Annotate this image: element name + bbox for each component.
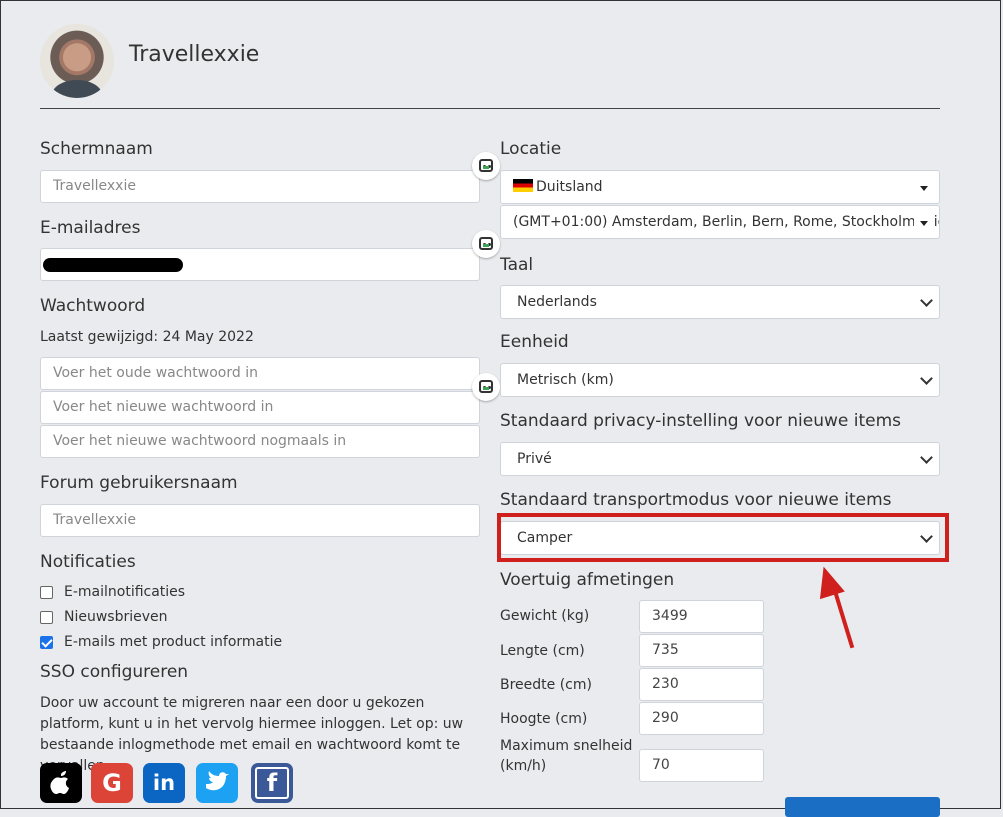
save-button[interactable]	[785, 797, 940, 817]
height-label: Hoogte (cm)	[500, 711, 588, 727]
height-input[interactable]: 290	[639, 702, 764, 735]
linkedin-icon[interactable]: in	[143, 763, 185, 803]
weight-input[interactable]: 3499	[639, 600, 764, 633]
product-info-label: E-mails met product informatie	[64, 634, 283, 650]
new-password-input[interactable]: Voer het nieuwe wachtwoord in	[40, 391, 480, 424]
email-label: E-mailadres	[40, 218, 141, 238]
maxspeed-label-line1: Maximum snelheid	[500, 738, 633, 754]
redaction-mark	[43, 258, 183, 272]
maxspeed-input[interactable]: 70	[639, 749, 764, 782]
transport-label: Standaard transportmodus voor nieuwe ite…	[500, 490, 892, 510]
privacy-value: Privé	[517, 451, 552, 467]
location-label: Locatie	[500, 139, 562, 159]
country-value: Duitsland	[536, 179, 603, 195]
caret-down-icon	[920, 221, 928, 226]
width-label: Breedte (cm)	[500, 677, 592, 693]
avatar	[40, 24, 114, 98]
facebook-icon[interactable]: f	[251, 763, 293, 803]
vehicle-label: Voertuig afmetingen	[500, 570, 675, 590]
germany-flag-icon	[513, 179, 533, 192]
caret-down-icon	[920, 186, 928, 191]
width-input[interactable]: 230	[639, 668, 764, 701]
unit-select[interactable]: Metrisch (km)	[500, 363, 940, 397]
chevron-down-icon	[920, 451, 933, 464]
divider	[40, 108, 940, 109]
password-last-changed: Laatst gewijzigd: 24 May 2022	[40, 329, 254, 345]
notifications-label: Notificaties	[40, 552, 136, 572]
country-select[interactable]: Duitsland	[500, 170, 940, 204]
newsletters-label: Nieuwsbrieven	[64, 609, 168, 625]
password-label: Wachtwoord	[40, 296, 146, 316]
product-info-checkbox[interactable]	[40, 636, 53, 649]
robot-icon[interactable]	[472, 230, 500, 258]
robot-icon[interactable]	[472, 373, 500, 401]
profile-username: Travellexxie	[129, 42, 260, 67]
robot-icon[interactable]	[472, 152, 500, 180]
maxspeed-label-line2: (km/h)	[500, 758, 547, 774]
email-field[interactable]	[40, 248, 480, 281]
length-input[interactable]: 735	[639, 634, 764, 667]
sso-label: SSO configureren	[40, 662, 189, 682]
apple-icon[interactable]	[40, 763, 82, 803]
repeat-password-input[interactable]: Voer het nieuwe wachtwoord nogmaals in	[40, 425, 480, 458]
unit-value: Metrisch (km)	[517, 372, 614, 388]
timezone-value: (GMT+01:00) Amsterdam, Berlin, Bern, Rom…	[513, 214, 940, 230]
privacy-select[interactable]: Privé	[500, 442, 940, 476]
old-password-input[interactable]: Voer het oude wachtwoord in	[40, 357, 480, 390]
email-notifications-label: E-mailnotificaties	[64, 584, 186, 600]
weight-label: Gewicht (kg)	[500, 608, 590, 624]
language-value: Nederlands	[517, 294, 597, 310]
privacy-label: Standaard privacy-instelling voor nieuwe…	[500, 411, 902, 431]
newsletters-checkbox[interactable]	[40, 611, 53, 624]
chevron-down-icon	[920, 372, 933, 385]
forum-username-input[interactable]: Travellexxie	[40, 504, 480, 537]
screenname-input[interactable]: Travellexxie	[40, 170, 480, 203]
google-icon[interactable]: G	[91, 763, 133, 803]
twitter-icon[interactable]	[196, 763, 238, 803]
highlight-box	[497, 513, 949, 562]
unit-label: Eenheid	[500, 332, 569, 352]
screenname-label: Schermnaam	[40, 139, 153, 159]
forum-label: Forum gebruikersnaam	[40, 473, 238, 493]
timezone-select[interactable]: (GMT+01:00) Amsterdam, Berlin, Bern, Rom…	[500, 205, 940, 239]
language-select[interactable]: Nederlands	[500, 285, 940, 319]
length-label: Lengte (cm)	[500, 643, 585, 659]
email-notifications-checkbox[interactable]	[40, 586, 53, 599]
chevron-down-icon	[920, 294, 933, 307]
language-label: Taal	[500, 255, 534, 275]
